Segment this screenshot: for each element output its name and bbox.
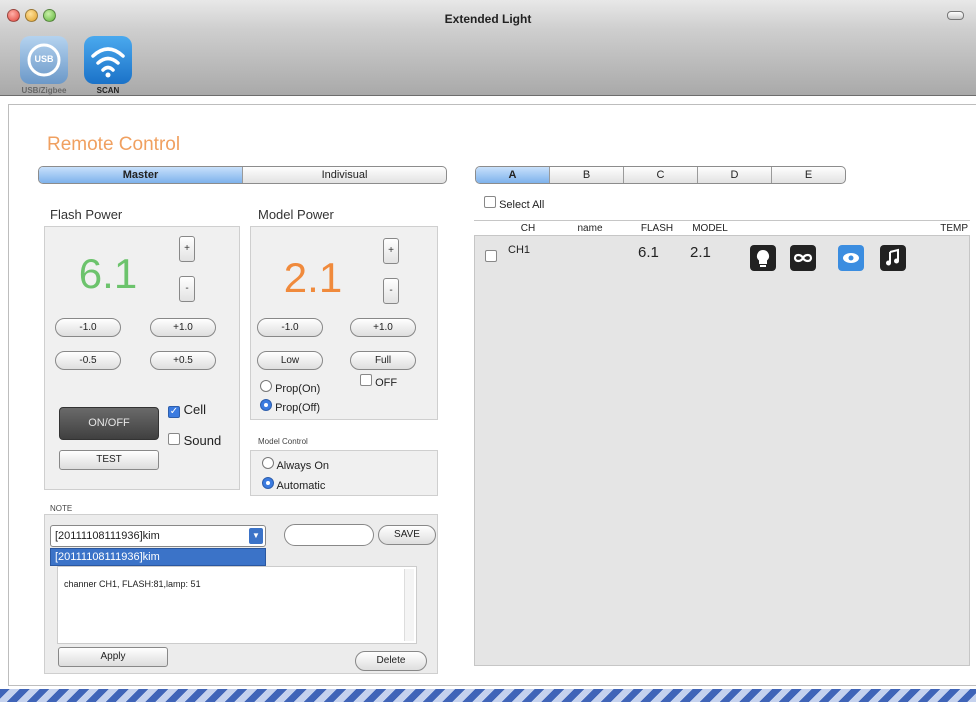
always-on-radio-dot [262, 457, 274, 469]
delete-button[interactable]: Delete [355, 651, 427, 671]
tab-group-d[interactable]: D [698, 167, 772, 183]
prop-on-radio-dot [260, 380, 272, 392]
eye-icon[interactable] [838, 245, 864, 271]
prop-on-radio[interactable]: Prop(On) [260, 380, 320, 395]
always-on-label: Always On [276, 460, 330, 472]
prop-off-radio[interactable]: Prop(Off) [260, 399, 320, 414]
tab-group-e[interactable]: E [772, 167, 845, 183]
cell-label: Cell [183, 402, 207, 417]
dropdown-arrow-icon: ▼ [249, 528, 263, 544]
model-control-heading: Model Control [258, 437, 308, 446]
note-heading: NOTE [50, 504, 73, 513]
on-off-button[interactable]: ON/OFF [59, 407, 159, 440]
bulb-icon[interactable] [750, 245, 776, 271]
note-text: channer CH1, FLASH:81,lamp: 51 [64, 579, 201, 589]
infinity-icon[interactable] [790, 245, 816, 271]
always-on-radio[interactable]: Always On [262, 457, 329, 472]
col-temp: TEMP [940, 223, 968, 234]
flash-minus-05-button[interactable]: -0.5 [55, 351, 121, 370]
usb-zigbee-button[interactable]: USB [20, 36, 68, 84]
usb-icon-text: USB [34, 54, 54, 64]
flash-minus-1-button[interactable]: -1.0 [55, 318, 121, 337]
test-button[interactable]: TEST [59, 450, 159, 470]
cell-checkbox[interactable]: ✓ Cell [168, 402, 206, 418]
note-select[interactable]: [20111108111936]kim ▼ [50, 525, 266, 547]
col-flash: FLASH [640, 223, 674, 234]
prop-off-label: Prop(Off) [275, 402, 321, 414]
off-checkbox[interactable]: OFF [360, 374, 397, 389]
row-ch: CH1 [508, 244, 531, 256]
checkmark-icon: ✓ [168, 406, 180, 418]
select-all-check-box [484, 196, 496, 208]
sound-checkbox[interactable]: Sound [168, 433, 221, 448]
apply-button[interactable]: Apply [58, 647, 168, 667]
flash-minus-button[interactable]: - [179, 276, 195, 302]
model-low-button[interactable]: Low [257, 351, 323, 370]
flash-power-heading: Flash Power [50, 207, 123, 222]
flash-power-value: 6.1 [78, 250, 138, 297]
col-model: MODEL [692, 223, 728, 234]
mode-tabs: Master Indivisual [38, 166, 447, 184]
bottom-progress-stripe [0, 689, 976, 702]
save-button[interactable]: SAVE [378, 525, 436, 545]
test-label: TEST [96, 454, 122, 465]
note-dropdown-option-label: [20111108111936]kim [55, 551, 160, 563]
toolbar-toggle-button[interactable] [947, 11, 964, 20]
model-minus-1-button[interactable]: -1.0 [257, 318, 323, 337]
tab-group-c[interactable]: C [624, 167, 698, 183]
sound-check-box [168, 433, 180, 445]
row-checkbox[interactable] [485, 250, 497, 262]
note-name-input[interactable] [284, 524, 374, 546]
flash-plus-05-button[interactable]: +0.5 [150, 351, 216, 370]
remote-control-title: Remote Control [47, 134, 181, 155]
scan-label: SCAN [96, 86, 120, 95]
select-all-checkbox[interactable]: Select All [484, 196, 544, 211]
flash-plus-button[interactable]: + [179, 236, 195, 262]
model-full-button[interactable]: Full [350, 351, 416, 370]
model-plus-1-button[interactable]: +1.0 [350, 318, 416, 337]
on-off-label: ON/OFF [88, 417, 130, 429]
group-tabs: A B C D E [475, 166, 846, 184]
tab-indivisual[interactable]: Indivisual [243, 167, 446, 183]
apply-label: Apply [100, 651, 126, 662]
window-title: Extended Light [444, 12, 532, 26]
row-flash: 6.1 [638, 244, 659, 261]
off-check-box [360, 374, 372, 386]
flash-plus-1-button[interactable]: +1.0 [150, 318, 216, 337]
note-select-value: [20111108111936]kim [55, 530, 160, 542]
tab-group-b[interactable]: B [550, 167, 624, 183]
model-plus-button[interactable]: + [383, 238, 399, 264]
scan-button[interactable] [84, 36, 132, 84]
note-scrollbar[interactable] [404, 569, 414, 641]
music-note-icon[interactable] [880, 245, 906, 271]
wifi-icon [91, 47, 125, 78]
note-text-area[interactable]: channer CH1, FLASH:81,lamp: 51 [57, 566, 417, 644]
model-power-heading: Model Power [258, 207, 334, 222]
model-minus-button[interactable]: - [383, 278, 399, 304]
channel-table [474, 220, 970, 666]
sound-label: Sound [183, 433, 222, 448]
row-model: 2.1 [690, 244, 711, 261]
prop-off-radio-dot [260, 399, 272, 411]
usb-zigbee-label: USB/Zigbee [21, 86, 67, 95]
tab-master[interactable]: Master [39, 167, 243, 183]
select-all-label: Select All [499, 199, 545, 211]
model-power-value: 2.1 [283, 254, 343, 301]
col-name: name [577, 223, 603, 234]
off-label: OFF [375, 377, 398, 389]
automatic-radio[interactable]: Automatic [262, 477, 325, 492]
col-ch: CH [520, 223, 536, 234]
automatic-label: Automatic [276, 480, 326, 492]
automatic-radio-dot [262, 477, 274, 489]
prop-on-label: Prop(On) [275, 383, 321, 395]
tab-group-a[interactable]: A [476, 167, 550, 183]
note-dropdown-option[interactable]: [20111108111936]kim [50, 548, 266, 566]
